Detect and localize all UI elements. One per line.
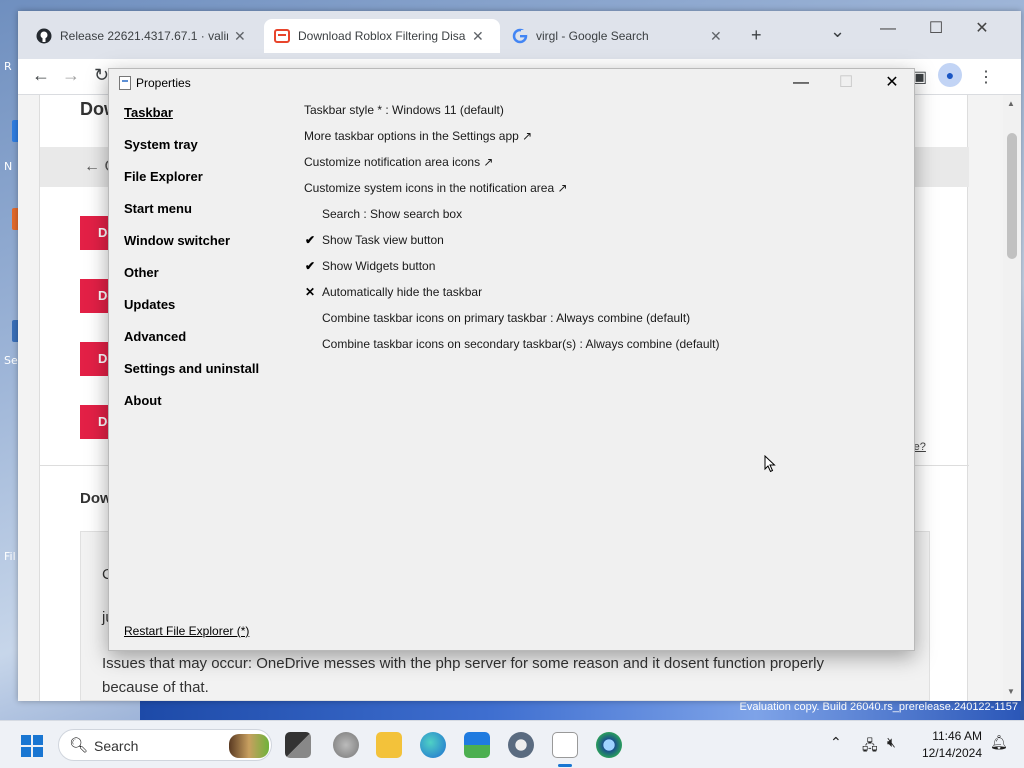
dialog-close-button[interactable]: ✕ — [869, 69, 915, 97]
check-icon: ✔ — [305, 233, 316, 247]
nav-settings-and-uninstall[interactable]: Settings and uninstall — [124, 361, 259, 376]
search-highlight-image — [229, 734, 269, 758]
tab-download-roblox[interactable]: Download Roblox Filtering Disabled ✕ — [264, 19, 500, 53]
nav-updates[interactable]: Updates — [124, 297, 175, 312]
tab-search-button[interactable]: ⌄ — [830, 21, 845, 42]
nav-taskbar[interactable]: Taskbar — [124, 105, 173, 120]
nav-other[interactable]: Other — [124, 265, 159, 280]
desktop-label: N — [4, 160, 13, 173]
file-explorer-icon[interactable] — [376, 732, 402, 758]
nav-window-switcher[interactable]: Window switcher — [124, 233, 230, 248]
taskbar-style-option[interactable]: Taskbar style * : Windows 11 (default) — [304, 103, 504, 117]
search-box-option[interactable]: Search : Show search box — [322, 207, 462, 221]
page-text: Issues that may occur: OneDrive messes w… — [102, 655, 825, 672]
tab-title: Download Roblox Filtering Disabled — [298, 29, 466, 43]
close-icon[interactable]: ✕ — [472, 28, 484, 45]
taskbar: 🔍︎ Search ⌃ 🖧︎ 🔇︎ 11:46 AM 12/14/2024 🔔︎ — [0, 720, 1024, 768]
system-icons-link[interactable]: Customize system icons in the notificati… — [304, 181, 568, 195]
tab-google-search[interactable]: virgl - Google Search ✕ — [502, 19, 738, 53]
nav-system-tray[interactable]: System tray — [124, 137, 198, 152]
page-scrollbar[interactable]: ▲ ▼ — [1003, 95, 1021, 701]
properties-dialog: Properties — ☐ ✕ Taskbar System tray Fil… — [108, 68, 915, 651]
nav-start-menu[interactable]: Start menu — [124, 201, 192, 216]
store-icon[interactable] — [464, 732, 490, 758]
minimize-button[interactable]: — — [865, 15, 911, 43]
desktop-label: R — [4, 60, 12, 73]
reload-icon[interactable]: ↻ — [94, 65, 109, 86]
search-placeholder: Search — [94, 738, 139, 754]
profile-avatar[interactable]: ● — [938, 63, 962, 87]
volume-muted-icon[interactable]: 🔇︎ — [887, 735, 896, 751]
combine-primary-option[interactable]: Combine taskbar icons on primary taskbar… — [322, 311, 690, 325]
widgets-option[interactable]: Show Widgets button — [322, 259, 435, 273]
notification-icons-link[interactable]: Customize notification area icons ↗ — [304, 155, 493, 169]
notification-icon[interactable]: 🔔︎ — [990, 735, 1008, 751]
remote-desktop-icon[interactable] — [596, 732, 622, 758]
close-window-button[interactable]: ✕ — [959, 15, 1005, 43]
github-icon — [36, 28, 52, 44]
cross-icon: ✕ — [305, 285, 316, 299]
clock-date: 12/14/2024 — [921, 746, 982, 760]
menu-icon[interactable]: ⋮ — [978, 67, 994, 87]
close-icon[interactable]: ✕ — [710, 28, 722, 45]
chevron-up-icon[interactable]: ⌃ — [830, 735, 842, 751]
settings-gear-icon[interactable] — [508, 732, 534, 758]
task-view-icon[interactable] — [285, 732, 311, 758]
scroll-down-icon[interactable]: ▼ — [1007, 687, 1015, 696]
task-view-option[interactable]: Show Task view button — [322, 233, 444, 247]
search-icon: 🔍︎ — [69, 737, 89, 754]
dialog-title: Properties — [136, 76, 191, 90]
clock-time: 11:46 AM — [932, 729, 982, 743]
new-tab-button[interactable]: + — [751, 25, 762, 46]
page-text: because of that. — [102, 679, 209, 696]
back-arrow-icon[interactable]: ← — [32, 65, 50, 86]
evaluation-watermark: Evaluation copy. Build 26040.rs_prerelea… — [739, 701, 1018, 713]
taskbar-clock[interactable]: 11:46 AM 12/14/2024 — [912, 728, 982, 762]
tab-title: virgl - Google Search — [536, 29, 649, 43]
nav-file-explorer[interactable]: File Explorer — [124, 169, 203, 184]
scroll-thumb[interactable] — [1007, 133, 1017, 259]
forward-arrow-icon[interactable]: → — [62, 65, 80, 86]
tab-release[interactable]: Release 22621.4317.67.1 · valinet ✕ — [26, 19, 262, 53]
close-icon[interactable]: ✕ — [234, 28, 246, 45]
dialog-titlebar[interactable]: Properties — ☐ ✕ — [109, 69, 914, 97]
check-icon: ✔ — [305, 259, 316, 273]
tab-title: Release 22621.4317.67.1 · valinet — [60, 29, 228, 43]
auto-hide-option[interactable]: Automatically hide the taskbar — [322, 285, 482, 299]
dialog-minimize-button[interactable]: — — [778, 69, 824, 97]
active-app-indicator — [558, 764, 572, 767]
page-icon — [274, 28, 290, 44]
tab-strip: Release 22621.4317.67.1 · valinet ✕ Down… — [18, 11, 1021, 59]
settings-app-link[interactable]: More taskbar options in the Settings app… — [304, 129, 532, 143]
taskbar-search-box[interactable]: 🔍︎ Search — [58, 729, 272, 761]
google-icon — [512, 28, 528, 44]
combine-secondary-option[interactable]: Combine taskbar icons on secondary taskb… — [322, 337, 720, 351]
desktop-label: Fil — [4, 550, 16, 563]
windows-start-icon[interactable] — [21, 735, 43, 757]
desktop-label: Se — [4, 354, 18, 367]
nav-advanced[interactable]: Advanced — [124, 329, 186, 344]
mouse-cursor-icon — [764, 455, 776, 473]
dialog-maximize-button: ☐ — [838, 74, 854, 91]
properties-app-icon — [119, 76, 131, 90]
copilot-icon[interactable] — [333, 732, 359, 758]
section-heading: Dow — [80, 490, 112, 507]
network-icon[interactable]: 🖧︎ — [862, 735, 878, 759]
restart-explorer-link[interactable]: Restart File Explorer (*) — [124, 624, 249, 638]
nav-about[interactable]: About — [124, 393, 162, 408]
scroll-up-icon[interactable]: ▲ — [1007, 99, 1015, 108]
edge-icon[interactable] — [420, 732, 446, 758]
maximize-button[interactable]: ☐ — [913, 15, 959, 43]
properties-app-taskbar-icon[interactable] — [552, 732, 578, 758]
